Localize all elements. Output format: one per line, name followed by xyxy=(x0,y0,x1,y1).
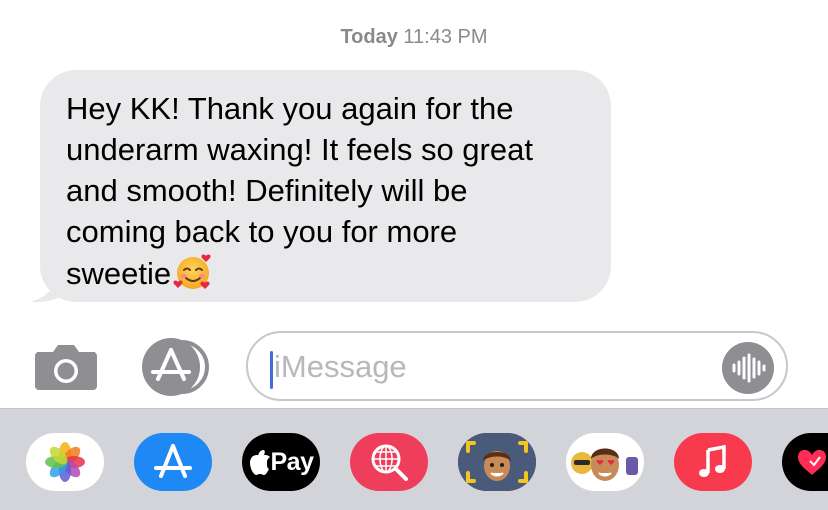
images-search-app-button[interactable] xyxy=(350,433,428,491)
music-note-icon xyxy=(699,444,726,477)
globe-search-icon xyxy=(371,444,408,481)
apple-pay-app-button[interactable]: Pay xyxy=(242,433,320,491)
composer-row: iMessage xyxy=(0,330,828,408)
message-placeholder: iMessage xyxy=(274,349,407,384)
digital-touch-app-button[interactable] xyxy=(782,433,828,491)
digital-touch-icon xyxy=(798,449,826,475)
timestamp-day: Today xyxy=(340,26,398,48)
apple-pay-label: Pay xyxy=(270,447,314,476)
audio-waveform-icon[interactable] xyxy=(722,342,774,394)
photos-icon xyxy=(45,442,85,482)
message-text: Hey KK! Thank you again for the underarm… xyxy=(66,91,533,291)
apple-logo-icon xyxy=(249,450,270,475)
memoji-stickers-icon xyxy=(571,448,638,481)
photos-app-button[interactable] xyxy=(26,433,104,491)
incoming-message-bubble[interactable]: Hey KK! Thank you again for the underarm… xyxy=(40,70,611,302)
app-drawer: Pay xyxy=(0,408,828,510)
app-store-app-button[interactable] xyxy=(134,433,212,491)
music-app-button[interactable] xyxy=(674,433,752,491)
timestamp-time: 11:43 PM xyxy=(403,26,488,48)
message-input[interactable]: iMessage xyxy=(246,331,788,401)
app-store-icon xyxy=(154,444,192,478)
smiling-face-with-hearts-icon xyxy=(173,254,211,289)
memoji-stickers-app-button[interactable] xyxy=(566,433,644,491)
text-caret xyxy=(270,351,273,389)
timestamp: Today 11:43 PM xyxy=(0,26,828,49)
memoji-camera-app-button[interactable] xyxy=(458,433,536,491)
app-store-icon[interactable] xyxy=(138,338,214,396)
camera-icon[interactable] xyxy=(33,340,99,392)
memoji-camera-icon xyxy=(458,433,536,491)
